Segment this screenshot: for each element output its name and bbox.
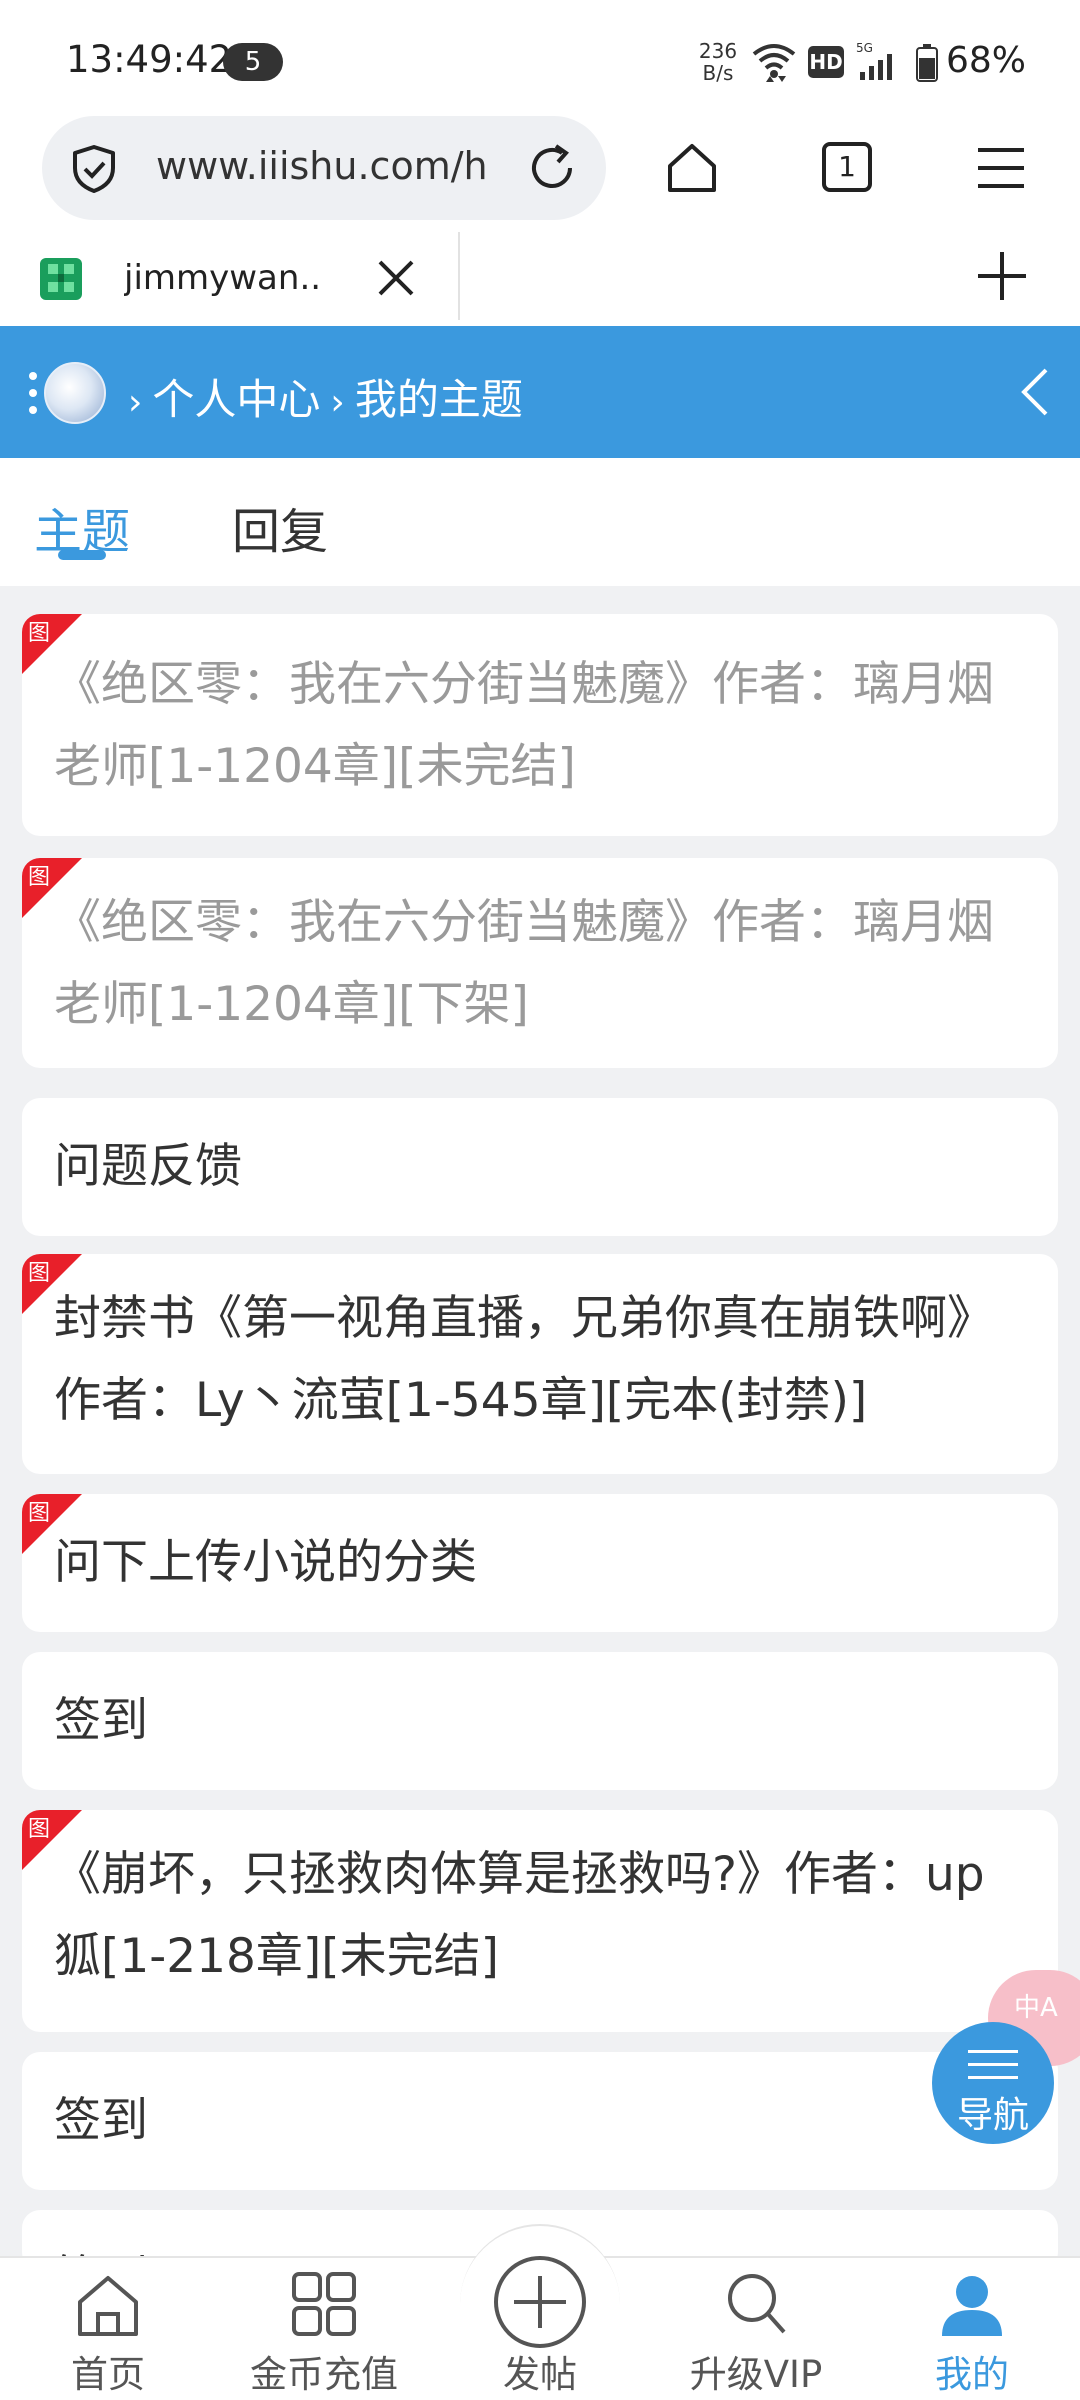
navigation-fab[interactable]: 导航 — [932, 2022, 1054, 2144]
topic-title: 《绝区零：我在六分街当魅魔》作者：璃月烟老师[1-1204章][未完结] — [54, 657, 994, 794]
tab-divider — [458, 232, 460, 320]
notification-count-badge: 5 — [223, 43, 283, 81]
home-icon — [78, 2276, 138, 2336]
breadcrumb-separator: › — [128, 382, 143, 423]
battery-percentage: 68% — [946, 40, 1027, 81]
network-speed: 236 B/s — [694, 40, 742, 84]
signal-5g-icon: 5G — [856, 41, 892, 80]
nav-mine-label: 我的 — [935, 2353, 1009, 2396]
nav-home-label: 首页 — [71, 2353, 145, 2396]
battery-icon — [916, 44, 938, 82]
nav-recharge[interactable]: 金币充值 — [224, 2258, 424, 2400]
breadcrumb-separator: › — [330, 382, 345, 423]
browser-toolbar: www.iiishu.com/h 1 — [0, 112, 1080, 226]
url-text[interactable]: www.iiishu.com/h — [156, 144, 536, 188]
nav-mine[interactable]: 我的 — [872, 2258, 1072, 2400]
svg-text:图: 图 — [28, 1817, 50, 1842]
topic-title: 问下上传小说的分类 — [54, 1535, 477, 1590]
breadcrumb: › 个人中心 › 我的主题 — [118, 366, 523, 427]
svg-text:图: 图 — [28, 1261, 50, 1286]
clover-favicon-icon — [40, 258, 82, 300]
svg-text:图: 图 — [28, 865, 50, 890]
bottom-navigation: 首页 金币充值 发帖 升级VIP 我的 — [0, 2224, 1080, 2400]
site-header: › 个人中心 › 我的主题 — [0, 326, 1080, 458]
avatar[interactable] — [44, 362, 106, 424]
network-speed-unit: B/s — [702, 61, 734, 85]
topic-title: 《崩坏，只拯救肉体算是拯救吗?》作者：up狐[1-218章][未完结] — [54, 1847, 985, 1984]
topic-title: 《绝区零：我在六分街当魅魔》作者：璃月烟老师[1-1204章][下架] — [54, 895, 994, 1032]
nav-post[interactable]: 发帖 — [440, 2256, 640, 2400]
back-chevron-icon[interactable] — [1016, 366, 1052, 418]
hd-icon: HD — [808, 46, 844, 78]
address-bar[interactable]: www.iiishu.com/h — [42, 116, 606, 220]
user-icon — [942, 2276, 1002, 2336]
topic-title: 签到 — [54, 1693, 148, 1748]
nav-recharge-label: 金币充值 — [250, 2353, 398, 2396]
navigation-fab-label: 导航 — [956, 2095, 1029, 2136]
home-icon[interactable] — [664, 140, 720, 196]
svg-text:图: 图 — [28, 621, 50, 646]
topic-title: 问题反馈 — [54, 1139, 242, 1194]
nav-vip-label: 升级VIP — [689, 2353, 823, 2396]
svg-text:图: 图 — [28, 1501, 50, 1526]
svg-text:中A: 中A — [1014, 1993, 1058, 2023]
active-tab-indicator — [58, 550, 106, 560]
status-bar: 13:49:42 5 236 B/s HD 5G 68% — [0, 0, 1080, 112]
list-item[interactable]: 图 《崩坏，只拯救肉体算是拯救吗?》作者：up狐[1-218章][未完结] — [22, 1810, 1058, 2032]
shield-check-icon[interactable] — [70, 144, 118, 194]
tab-replies[interactable]: 回复 — [232, 492, 328, 562]
breadcrumb-my-topics: 我的主题 — [354, 375, 523, 424]
close-icon[interactable] — [372, 254, 420, 302]
search-icon — [728, 2274, 786, 2334]
network-speed-value: 236 — [698, 39, 738, 63]
list-item[interactable]: 图 《绝区零：我在六分街当魅魔》作者：璃月烟老师[1-1204章][未完结] — [22, 614, 1058, 836]
list-item[interactable]: 签到 — [22, 2052, 1058, 2190]
topic-title: 签到 — [54, 2093, 148, 2148]
list-item[interactable]: 图 《绝区零：我在六分街当魅魔》作者：璃月烟老师[1-1204章][下架] — [22, 858, 1058, 1068]
topic-title: 封禁书《第一视角直播，兄弟你真在崩铁啊》作者：Ly丶流萤[1-545章][完本(… — [54, 1291, 994, 1428]
topic-reply-tabs: 主题 回复 — [0, 458, 1080, 586]
vertical-dots-icon[interactable] — [28, 370, 38, 416]
list-item[interactable]: 问题反馈 — [22, 1098, 1058, 1236]
hamburger-icon — [968, 2050, 1018, 2079]
list-item[interactable]: 图 封禁书《第一视角直播，兄弟你真在崩铁啊》作者：Ly丶流萤[1-545章][完… — [22, 1254, 1058, 1474]
tab-switcher-button[interactable]: 1 — [822, 142, 872, 192]
grid-icon — [292, 2272, 356, 2336]
nav-post-label: 发帖 — [503, 2353, 577, 2396]
wifi-icon — [752, 44, 796, 82]
list-item[interactable]: 签到 — [22, 1652, 1058, 1790]
new-tab-plus-icon[interactable] — [974, 248, 1030, 304]
add-post-icon — [494, 2256, 586, 2348]
reload-icon[interactable] — [526, 142, 578, 194]
nav-vip[interactable]: 升级VIP — [656, 2258, 856, 2400]
breadcrumb-personal-center[interactable]: 个人中心 — [152, 375, 320, 424]
browser-tab[interactable]: jimmywan... — [0, 230, 460, 326]
browser-tab-strip: jimmywan... — [0, 226, 1080, 326]
nav-home[interactable]: 首页 — [8, 2258, 208, 2400]
status-time: 13:49:42 — [66, 38, 233, 81]
network-type: 5G — [856, 41, 873, 55]
tab-title: jimmywan... — [124, 258, 324, 298]
list-item[interactable]: 图 问下上传小说的分类 — [22, 1494, 1058, 1632]
menu-icon[interactable] — [976, 146, 1026, 190]
